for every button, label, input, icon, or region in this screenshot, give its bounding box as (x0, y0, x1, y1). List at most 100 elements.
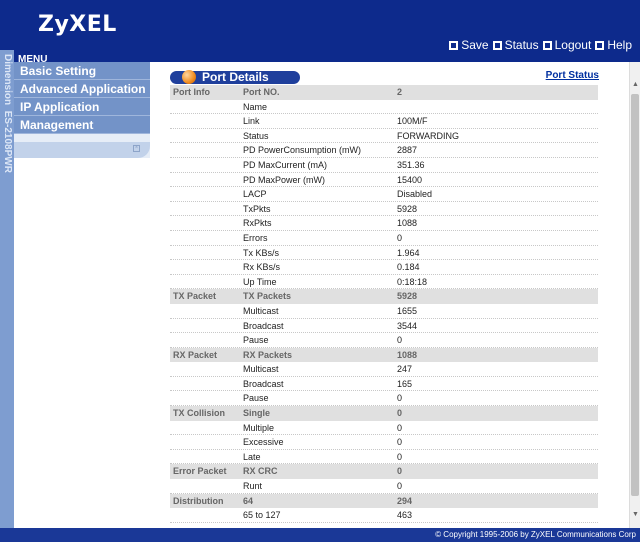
row-field-label: Up Time (243, 276, 277, 287)
port-details-table: Port Info Port NO. 2 Name Link 100M/F Status FO… (170, 85, 598, 523)
row-value: FORWARDING (397, 130, 459, 141)
row-value: Disabled (397, 189, 433, 200)
main-content: Port Details Port Status Port Info Port N… (150, 62, 629, 528)
sidebar-blank (14, 158, 150, 542)
row-field-label: Multicast (243, 305, 279, 316)
row-field-label: TX Packets (243, 291, 292, 302)
row-field-label: Broadcast (243, 378, 284, 389)
menu-item-management[interactable]: Management (14, 116, 150, 134)
row-field-label: PD MaxCurrent (mA) (243, 159, 328, 170)
table-row: PD MaxCurrent (mA) 351.36 (170, 158, 598, 173)
top-header: ZyXEL Save Status Logout Help (0, 0, 640, 62)
row-field-label: Late (243, 451, 261, 462)
scroll-down-icon[interactable]: ▼ (631, 510, 640, 520)
table-row: PD MaxPower (mW) 15400 (170, 173, 598, 188)
row-field-label: LACP (243, 189, 267, 200)
table-row: PD PowerConsumption (mW) 2887 (170, 143, 598, 158)
row-value: 1655 (397, 305, 418, 316)
status-label: Status (504, 38, 539, 52)
table-row: Multicast 1655 (170, 304, 598, 319)
row-field-label: RX Packets (243, 349, 293, 360)
save-icon (449, 40, 459, 50)
row-value: 247 (397, 364, 413, 375)
help-label: Help (607, 38, 632, 52)
page-title: Port Details (202, 70, 269, 84)
table-row: Pause 0 (170, 391, 598, 407)
row-field-label: Runt (243, 481, 263, 492)
table-row: Multicast 247 (170, 362, 598, 377)
row-value: 0 (397, 422, 403, 433)
main-menu: MENU Basic Setting Advanced Application … (14, 54, 150, 134)
table-row: Late 0 (170, 450, 598, 465)
row-value: 1.964 (397, 247, 420, 258)
row-field-label: Multicast (243, 364, 279, 375)
table-row: TxPkts 5928 (170, 202, 598, 217)
status-button[interactable]: Status (492, 38, 539, 52)
row-value: 0 (397, 335, 403, 346)
row-field-label: Errors (243, 232, 268, 243)
row-value: 100M/F (397, 116, 428, 127)
table-row: Pause 0 (170, 333, 598, 348)
menu-close-icon[interactable]: × (133, 145, 140, 152)
row-group-label: TX Collision (173, 408, 226, 419)
row-value: 1088 (397, 349, 418, 360)
table-section-row: RX Packet RX Packets 1088 (170, 347, 598, 363)
row-field-label: Tx KBs/s (243, 247, 280, 258)
menu-item-advanced-application[interactable]: Advanced Application (14, 80, 150, 98)
save-label: Save (461, 38, 489, 52)
row-field-label: Rx KBs/s (243, 262, 281, 273)
logout-button[interactable]: Logout (542, 38, 591, 52)
row-value: 3544 (397, 320, 418, 331)
row-group-label: TX Packet (173, 291, 217, 302)
table-row: Broadcast 165 (170, 377, 598, 392)
row-value: 351.36 (397, 159, 425, 170)
row-value: 0:18:18 (397, 276, 428, 287)
row-field-label: RX CRC (243, 466, 278, 477)
table-section-row: TX Packet TX Packets 5928 (170, 289, 598, 304)
help-button[interactable]: Help (595, 38, 632, 52)
menu-item-ip-application[interactable]: IP Application (14, 98, 150, 116)
row-value: 463 (397, 510, 413, 521)
row-value: 5928 (397, 291, 418, 302)
row-group-label: Port Info (173, 87, 210, 97)
scroll-up-icon[interactable]: ▲ (631, 80, 640, 90)
row-value: 2887 (397, 145, 418, 156)
row-value: 165 (397, 378, 413, 389)
brand-strip: Dimension ES-2108PWR (0, 50, 14, 530)
scrollbar-thumb[interactable] (631, 94, 639, 496)
row-field-label: TxPkts (243, 203, 271, 214)
port-status-link[interactable]: Port Status (546, 70, 599, 81)
table-row: 65 to 127 463 (170, 508, 598, 523)
table-section-row: Error Packet RX CRC 0 (170, 464, 598, 480)
table-row: RxPkts 1088 (170, 216, 598, 231)
table-section-row: TX Collision Single 0 (170, 406, 598, 421)
row-value: 0 (397, 408, 403, 419)
table-row: Excessive 0 (170, 435, 598, 450)
row-value: 1088 (397, 218, 418, 229)
row-field-label: PD PowerConsumption (mW) (243, 145, 362, 156)
table-row: Broadcast 3544 (170, 319, 598, 334)
row-group-label: RX Packet (173, 349, 218, 360)
row-field-label: Name (243, 101, 268, 112)
logout-icon (542, 40, 552, 50)
status-icon (492, 40, 502, 50)
row-value: 0 (397, 232, 403, 243)
table-row: Runt 0 (170, 479, 598, 494)
table-section-row: Distribution 64 294 (170, 493, 598, 509)
table-row: Name (170, 100, 598, 115)
row-field-label: RxPkts (243, 218, 272, 229)
row-field-label: Link (243, 116, 260, 127)
table-row: Tx KBs/s 1.964 (170, 246, 598, 261)
series-model-label: Dimension ES-2108PWR (2, 54, 13, 173)
row-group-label: Error Packet (173, 466, 227, 477)
row-field-label: Single (243, 408, 271, 419)
vertical-scrollbar[interactable]: ▲ ▼ (629, 62, 640, 528)
row-field-label: 65 to 127 (243, 510, 281, 521)
table-row: Multiple 0 (170, 421, 598, 436)
table-section-row: Port Info Port NO. 2 (170, 85, 598, 100)
row-value: 0 (397, 437, 403, 448)
copyright-footer: © Copyright 1995-2006 by ZyXEL Communica… (0, 528, 640, 542)
table-row: Status FORWARDING (170, 129, 598, 144)
row-field-label: Port NO. (243, 87, 280, 97)
save-button[interactable]: Save (449, 38, 489, 52)
